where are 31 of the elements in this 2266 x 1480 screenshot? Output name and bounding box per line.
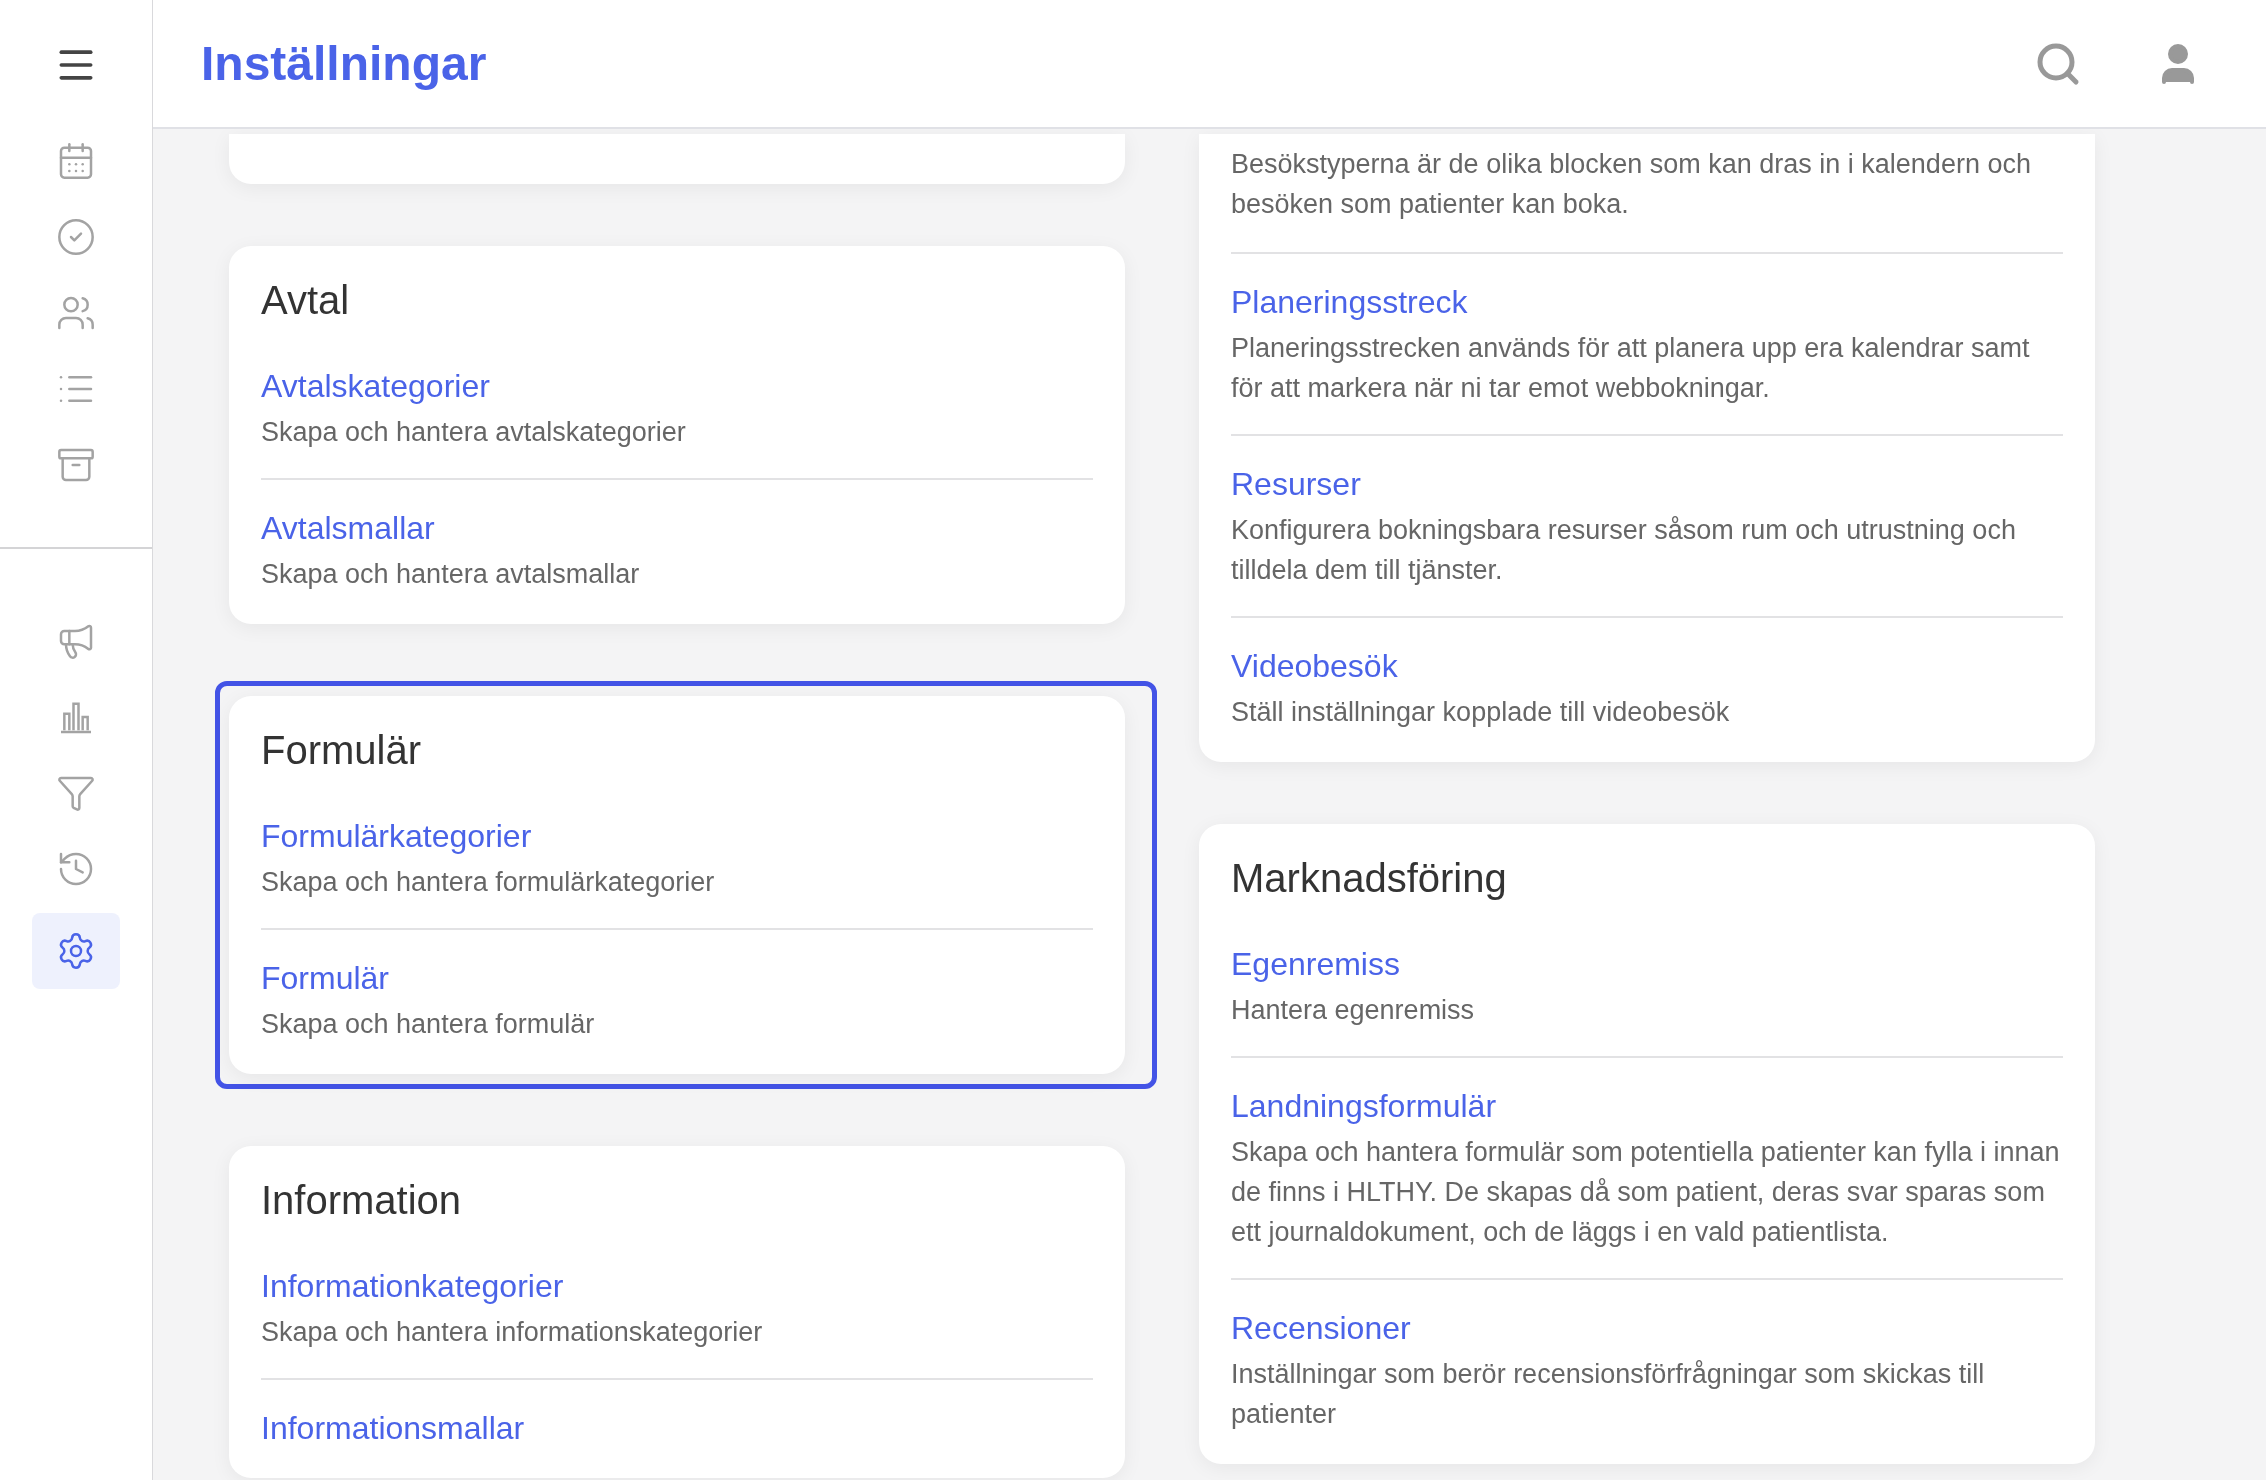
settings-link[interactable]: Videobesök <box>1231 646 2063 686</box>
settings-link[interactable]: Landningsformulär <box>1231 1086 2063 1126</box>
settings-link[interactable]: Avtalsmallar <box>261 508 1093 548</box>
settings-link[interactable]: Avtalskategorier <box>261 366 1093 406</box>
card-title: Marknadsföring <box>1231 855 1508 902</box>
link-description: Planeringsstrecken används för att planera upp era kalendrar samt för att markera när ni tar emot webbokningar. <box>1231 332 2031 405</box>
link-description: Skapa och hantera avtalskategorier <box>261 416 687 449</box>
settings-link[interactable]: Resurser <box>1231 464 2063 504</box>
link-description: Inställningar som berör recensionsförfrågningar som skickas till patienter <box>1231 1358 1986 1431</box>
check-circle-icon <box>56 217 96 257</box>
card-title: Avtal <box>261 277 351 324</box>
link-description: Konfigurera bokningsbara resurser såsom rum och utrustning och tilldela dem till tjänster. <box>1231 514 2017 587</box>
page-title: Inställningar <box>201 35 488 92</box>
link-description: Skapa och hantera avtalsmallar <box>261 558 641 591</box>
settings-link[interactable]: Recensioner <box>1231 1308 2063 1348</box>
sidebar-item[interactable] <box>32 913 120 989</box>
link-description: Skapa och hantera formulär som potentiella patienter kan fylla i innan de finns i HLTHY. De skapas då som patient, deras svar sparas som ett journaldokument, och de läggs i en vald patientlista. <box>1231 1136 2061 1249</box>
settings-link[interactable]: Egenremiss <box>1231 944 2063 984</box>
link-description: Ställ inställningar kopplade till videobesök <box>1231 696 1731 729</box>
settings-link[interactable]: Formulär <box>261 958 1093 998</box>
settings-link[interactable]: Informationkategorier <box>261 1266 1093 1306</box>
settings-link[interactable]: Planeringsstreck <box>1231 282 2063 322</box>
link-description: Skapa och hantera formulär <box>261 1008 596 1041</box>
settings-link[interactable]: Informationsmallar <box>261 1408 1093 1448</box>
link-description: Hantera egenremiss <box>1231 994 1476 1027</box>
card-title: Information <box>261 1177 463 1224</box>
card-title: Formulär <box>261 727 423 774</box>
link-description: Skapa och hantera formulärkategorier <box>261 866 716 899</box>
card-intro: Besökstyperna är de olika blocken som kan dras in i kalendern och besöken som patienter kan boka. <box>1231 148 2032 221</box>
link-description: Skapa och hantera informationskategorier <box>261 1316 764 1349</box>
settings-link[interactable]: Formulärkategorier <box>261 816 1093 856</box>
